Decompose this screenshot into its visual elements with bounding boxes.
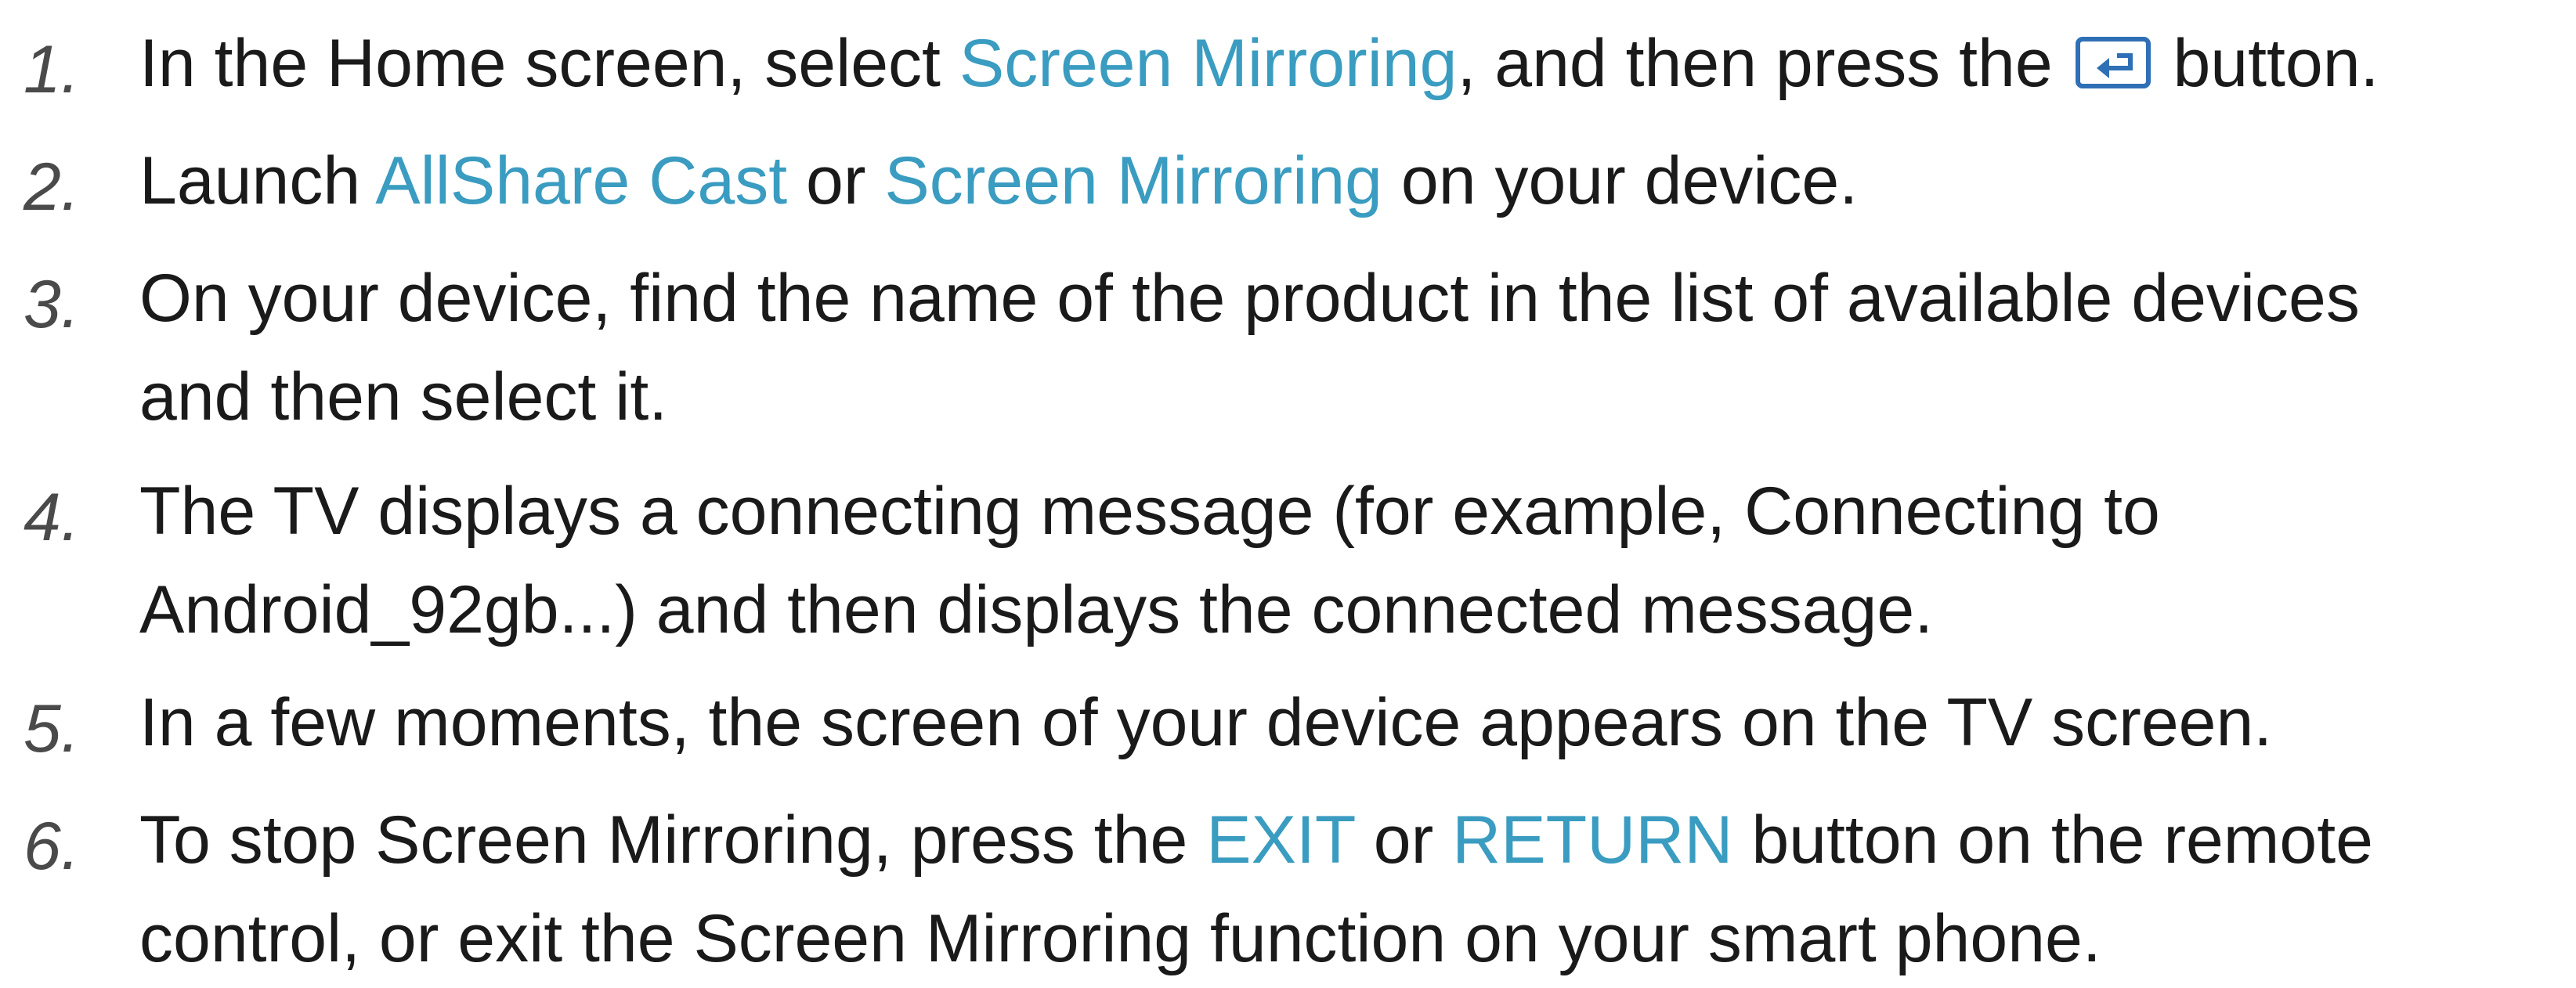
highlight-allshare-cast: AllShare Cast	[375, 143, 788, 218]
step-text-segment: Android_92gb...) and then displays the c…	[139, 572, 1934, 647]
step-text-segment: and then select it.	[139, 359, 668, 435]
step-number: 1.	[23, 32, 80, 107]
step-number: 5.	[23, 691, 80, 766]
step-text-segment: On your device, find the name of the pro…	[139, 261, 2360, 336]
highlight-exit: EXIT	[1206, 802, 1355, 878]
step-text-segment: The TV displays a connecting message (fo…	[139, 474, 2160, 549]
step-text: Launch AllShare Cast or Screen Mirroring…	[139, 132, 2567, 230]
step-text-segment: To stop Screen Mirroring, press the	[139, 802, 1207, 878]
step-number: 3.	[23, 267, 80, 342]
step-text-segment: , and then press the	[1457, 26, 2072, 101]
step-text: The TV displays a connecting message (fo…	[139, 462, 2567, 659]
step-text-segment: button.	[2154, 26, 2379, 101]
step-number: 6.	[23, 809, 80, 884]
step-text-segment: Launch	[139, 143, 376, 218]
step-text: In a few moments, the screen of your dev…	[139, 673, 2567, 772]
step-text: In the Home screen, select Screen Mirror…	[139, 14, 2567, 117]
highlight-return: RETURN	[1452, 802, 1733, 878]
highlight-screen-mirroring: Screen Mirroring	[959, 26, 1458, 101]
step-text-segment: In the Home screen, select	[139, 26, 959, 101]
step-number: 2.	[23, 150, 80, 225]
step-text-segment: on your device.	[1382, 143, 1859, 218]
step-text-segment: In a few moments, the screen of your dev…	[139, 685, 2273, 760]
step-text-segment: button on the remote	[1732, 802, 2373, 878]
enter-icon	[2075, 19, 2151, 117]
step-text: On your device, find the name of the pro…	[139, 249, 2567, 446]
step-text-line: To stop Screen Mirroring, press the EXIT…	[139, 791, 2567, 889]
step-text-segment: or	[787, 143, 885, 218]
step-text-line: control, or exit the Screen Mirroring fu…	[139, 889, 2567, 988]
step-text-line: On your device, find the name of the pro…	[139, 249, 2567, 348]
step-text-segment: control, or exit the Screen Mirroring fu…	[139, 901, 2101, 976]
instruction-steps: 1. In the Home screen, select Screen Mir…	[0, 0, 2576, 976]
step-text-line: Android_92gb...) and then displays the c…	[139, 561, 2567, 659]
step-text-line: and then select it.	[139, 348, 2567, 446]
step-text: To stop Screen Mirroring, press the EXIT…	[139, 791, 2567, 988]
step-text-segment: or	[1354, 802, 1453, 878]
highlight-screen-mirroring: Screen Mirroring	[884, 143, 1382, 218]
step-number: 4.	[23, 480, 80, 555]
step-text-line: The TV displays a connecting message (fo…	[139, 462, 2567, 561]
